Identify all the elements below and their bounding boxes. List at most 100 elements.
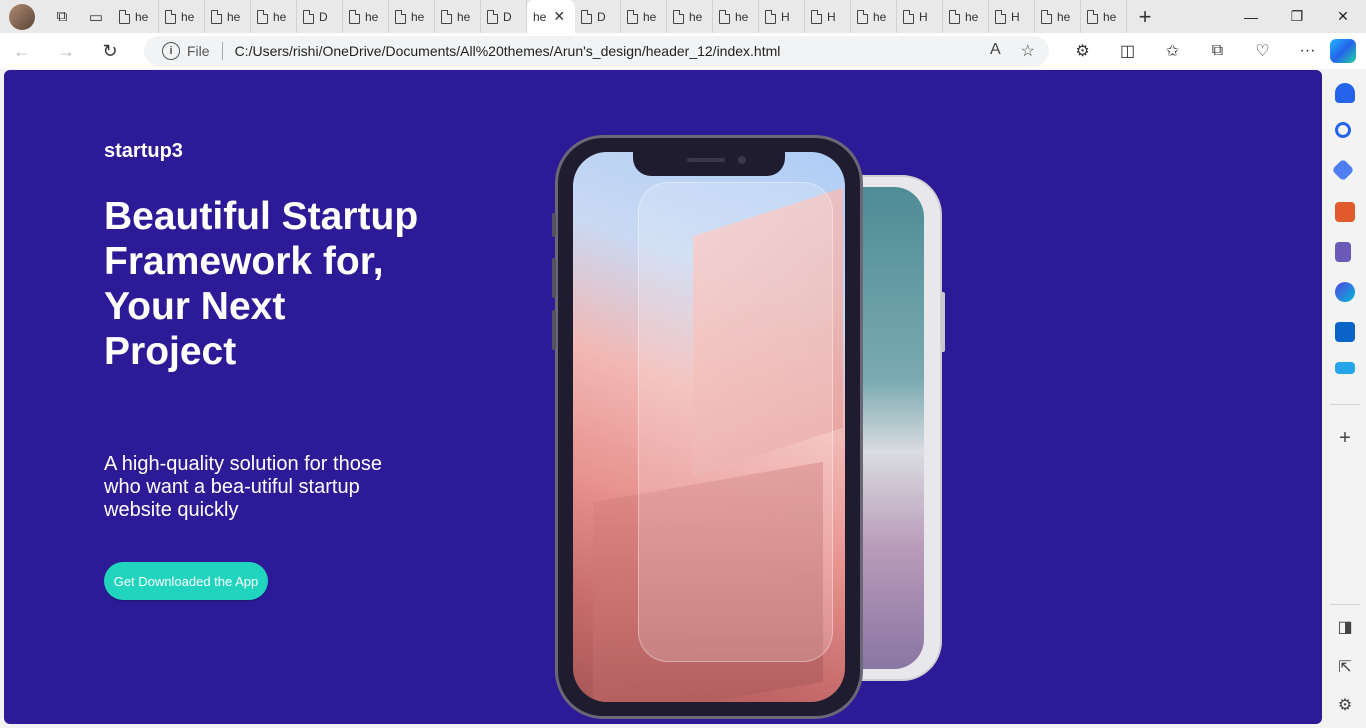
tab-list: he he he he Dhe he he Dhe ✕ Dhe he he H Hhe Hhe Hhe he bbox=[113, 0, 1127, 33]
tab-label: he bbox=[873, 9, 887, 24]
browser-tab[interactable]: he bbox=[435, 0, 481, 33]
browser-tab[interactable]: he bbox=[343, 0, 389, 33]
read-aloud-icon[interactable]: A bbox=[990, 41, 1001, 61]
address-bar-row: ← → ↻ i File C:/Users/rishi/OneDrive/Doc… bbox=[0, 33, 1366, 69]
open-external-icon[interactable]: ⇱ bbox=[1332, 657, 1358, 679]
url-text[interactable]: C:/Users/rishi/OneDrive/Documents/All%20… bbox=[235, 43, 781, 59]
close-tab-icon[interactable]: ✕ bbox=[553, 8, 565, 25]
forward-button[interactable]: → bbox=[44, 33, 88, 69]
collections-icon[interactable]: ⧉ bbox=[1195, 42, 1240, 60]
profile-avatar[interactable] bbox=[9, 3, 35, 30]
page-file-icon bbox=[487, 9, 498, 24]
tab-label: D bbox=[597, 9, 606, 24]
browser-tab[interactable]: he ✕ bbox=[527, 0, 575, 33]
browser-tab[interactable]: H bbox=[989, 0, 1035, 33]
tab-label: he bbox=[181, 9, 195, 24]
page-file-icon bbox=[811, 9, 822, 24]
browser-tab[interactable]: he bbox=[1035, 0, 1081, 33]
page-file-icon bbox=[903, 9, 914, 24]
tab-label: he bbox=[457, 9, 471, 24]
browser-tab[interactable]: H bbox=[759, 0, 805, 33]
edge-sidebar: + ◨ ⇱ ⚙ bbox=[1324, 69, 1366, 728]
page-file-icon bbox=[627, 9, 638, 24]
browser-tab[interactable]: H bbox=[805, 0, 851, 33]
close-window-icon[interactable]: ✕ bbox=[1320, 0, 1366, 33]
minimize-icon[interactable]: — bbox=[1228, 0, 1274, 33]
tab-label: H bbox=[1011, 9, 1020, 24]
tab-label: D bbox=[319, 9, 328, 24]
sidebar-divider bbox=[1330, 604, 1360, 605]
tab-label: he bbox=[273, 9, 287, 24]
page-file-icon bbox=[857, 9, 868, 24]
split-screen-icon[interactable]: ◫ bbox=[1105, 41, 1150, 61]
page-file-icon bbox=[673, 9, 684, 24]
browser-tab[interactable]: he bbox=[713, 0, 759, 33]
extensions-icon[interactable]: ⚙ bbox=[1060, 41, 1105, 61]
add-sidebar-app-icon[interactable]: + bbox=[1332, 427, 1358, 449]
copilot-icon[interactable] bbox=[1330, 39, 1356, 63]
page-file-icon bbox=[995, 9, 1006, 24]
drop-icon[interactable] bbox=[1335, 362, 1355, 374]
hero-subtitle: A high-quality solution for those who wa… bbox=[104, 453, 382, 521]
refresh-button[interactable]: ↻ bbox=[88, 33, 132, 69]
microsoft-365-icon[interactable] bbox=[1335, 282, 1355, 302]
hero-section: startup3 Beautiful Startup Framework for… bbox=[4, 70, 1322, 724]
notifications-icon[interactable] bbox=[1335, 83, 1355, 103]
phone-side-button bbox=[941, 292, 945, 352]
browser-tab[interactable]: D bbox=[297, 0, 343, 33]
browser-tab[interactable]: D bbox=[481, 0, 527, 33]
phone-notch bbox=[633, 152, 785, 176]
url-scheme-label: File bbox=[187, 43, 210, 59]
browser-tab[interactable]: he bbox=[667, 0, 713, 33]
page-file-icon bbox=[765, 9, 776, 24]
toolbar: ⚙ ◫ ✩ ⧉ ♡ ··· bbox=[1060, 33, 1330, 69]
brand-logo[interactable]: startup3 bbox=[104, 140, 183, 163]
search-icon[interactable] bbox=[1335, 122, 1351, 138]
games-icon[interactable] bbox=[1335, 242, 1351, 262]
hide-sidebar-icon[interactable]: ◨ bbox=[1332, 617, 1358, 639]
favorite-star-icon[interactable]: ☆ bbox=[1021, 41, 1035, 61]
tools-briefcase-icon[interactable] bbox=[1335, 202, 1355, 222]
tab-label: H bbox=[919, 9, 928, 24]
browser-tab[interactable]: he bbox=[851, 0, 897, 33]
browser-tab[interactable]: he bbox=[943, 0, 989, 33]
more-menu-icon[interactable]: ··· bbox=[1285, 42, 1330, 60]
tab-label: he bbox=[365, 9, 379, 24]
browser-tab[interactable]: he bbox=[621, 0, 667, 33]
tab-strip: ⧉ ▭ he he he he Dhe he he Dhe ✕ Dhe he he H Hhe Hhe Hhe… bbox=[0, 0, 1366, 33]
shopping-tag-icon[interactable] bbox=[1331, 158, 1355, 182]
page-file-icon bbox=[581, 9, 592, 24]
tab-label: he bbox=[735, 9, 749, 24]
browser-tab[interactable]: he bbox=[159, 0, 205, 33]
tab-label: H bbox=[827, 9, 836, 24]
page-file-icon bbox=[719, 9, 730, 24]
browser-tab[interactable]: he bbox=[205, 0, 251, 33]
browser-tab[interactable]: he bbox=[389, 0, 435, 33]
back-button[interactable]: ← bbox=[0, 33, 44, 69]
workspaces-icon[interactable]: ⧉ bbox=[45, 0, 79, 33]
browser-tab[interactable]: H bbox=[897, 0, 943, 33]
page-file-icon bbox=[1041, 9, 1052, 24]
tab-label: he bbox=[135, 9, 149, 24]
tab-actions-icon[interactable]: ▭ bbox=[79, 0, 113, 33]
tab-label: he bbox=[411, 9, 425, 24]
page-file-icon bbox=[395, 9, 406, 24]
browser-essentials-icon[interactable]: ♡ bbox=[1240, 41, 1285, 61]
download-app-button[interactable]: Get Downloaded the App bbox=[104, 562, 268, 600]
browser-tab[interactable]: he bbox=[113, 0, 159, 33]
tab-label: H bbox=[781, 9, 790, 24]
browser-tab[interactable]: D bbox=[575, 0, 621, 33]
tab-label: he bbox=[1057, 9, 1071, 24]
address-field[interactable]: i File C:/Users/rishi/OneDrive/Documents… bbox=[144, 36, 1049, 66]
new-tab-button[interactable]: + bbox=[1127, 0, 1163, 33]
restore-icon[interactable]: ❐ bbox=[1274, 0, 1320, 33]
outlook-icon[interactable] bbox=[1335, 322, 1355, 342]
sidebar-settings-icon[interactable]: ⚙ bbox=[1332, 695, 1358, 717]
browser-tab[interactable]: he bbox=[1081, 0, 1127, 33]
url-separator bbox=[221, 42, 223, 60]
screen-overlay bbox=[638, 182, 833, 662]
browser-tab[interactable]: he bbox=[251, 0, 297, 33]
site-info-icon[interactable]: i bbox=[162, 42, 180, 60]
favorites-icon[interactable]: ✩ bbox=[1150, 41, 1195, 61]
page-file-icon bbox=[349, 9, 360, 24]
